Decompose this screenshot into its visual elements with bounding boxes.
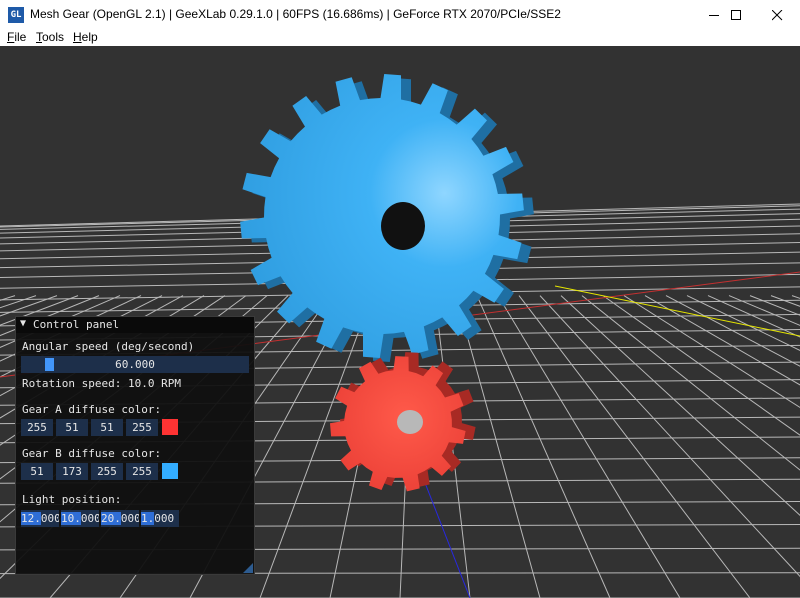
gear-b-b-field[interactable]: 255	[91, 463, 123, 480]
grid-line	[791, 295, 800, 299]
maximize-icon	[731, 10, 741, 20]
rotation-speed-text: Rotation speed: 10.0 RPM	[22, 377, 181, 390]
control-panel-title: Control panel	[33, 318, 120, 331]
gear-b-hole	[381, 202, 425, 250]
light-x-field[interactable]: 12.000	[21, 510, 59, 527]
angular-speed-label: Angular speed (deg/second)	[22, 340, 195, 353]
grid-line	[581, 295, 800, 471]
menu-tools-label: ools	[42, 30, 65, 44]
gear-a-color-swatch[interactable]	[162, 419, 178, 435]
gear-a-hole	[397, 410, 423, 434]
light-position-label: Light position:	[22, 493, 122, 506]
gear-b-face	[240, 74, 524, 358]
grid-line	[476, 295, 611, 598]
grid-line	[539, 295, 800, 578]
grid-line	[644, 295, 800, 386]
light-w-field[interactable]: 1.000	[141, 510, 179, 527]
grid-line	[497, 295, 681, 598]
gear-a-color-label: Gear A diffuse color:	[22, 403, 162, 416]
grid-line	[770, 295, 800, 307]
grid-line	[728, 295, 800, 326]
grid-line	[518, 295, 751, 598]
menu-help[interactable]: Help	[73, 30, 98, 44]
gear-a-g-field[interactable]: 51	[56, 419, 88, 436]
gear-b-g-field[interactable]: 173	[56, 463, 88, 480]
light-w-selected: 1.	[141, 512, 155, 525]
gear-b-a-field[interactable]: 255	[126, 463, 158, 480]
collapse-arrow-icon[interactable]: ▼	[20, 318, 26, 329]
menu-bar: File Tools Help	[0, 30, 800, 46]
grid-border-line	[554, 285, 800, 337]
light-z-selected: 20.	[101, 512, 121, 525]
grid-line	[686, 295, 800, 352]
light-y-selected: 10.	[61, 512, 81, 525]
render-viewport[interactable]: ▼ Control panel Angular speed (deg/secon…	[0, 46, 800, 598]
grid-line	[623, 295, 800, 409]
gear-a-r-field[interactable]: 255	[21, 419, 53, 436]
angular-speed-value: 60.000	[115, 358, 155, 371]
gear-b-color-swatch[interactable]	[162, 463, 178, 479]
light-z-field[interactable]: 20.000	[101, 510, 139, 527]
menu-file[interactable]: File	[7, 30, 26, 44]
light-y-rest: 000	[80, 512, 99, 525]
gear-b-r-field[interactable]: 51	[21, 463, 53, 480]
menu-help-label: elp	[81, 30, 98, 44]
control-panel-header[interactable]: ▼ Control panel	[16, 317, 254, 333]
light-y-field[interactable]: 10.000	[61, 510, 99, 527]
control-panel[interactable]: ▼ Control panel Angular speed (deg/secon…	[15, 316, 255, 575]
grid-line	[749, 295, 800, 316]
close-icon	[772, 10, 783, 21]
grid-line	[0, 295, 16, 301]
angular-speed-slider[interactable]: 60.000	[21, 356, 249, 373]
grid-line	[455, 295, 541, 598]
light-w-rest: 000	[154, 512, 175, 525]
light-z-rest: 000	[120, 512, 139, 525]
gear-a	[330, 352, 476, 492]
menu-help-mnemonic: H	[73, 30, 82, 44]
maximize-button[interactable]	[714, 0, 759, 30]
gear-a-a-field[interactable]: 255	[126, 419, 158, 436]
close-button[interactable]	[755, 0, 800, 30]
light-x-rest: 000	[40, 512, 59, 525]
menu-file-label: ile	[14, 30, 27, 44]
grid-line	[707, 295, 800, 338]
gear-a-b-field[interactable]: 51	[91, 419, 123, 436]
app-icon[interactable]: GL	[8, 7, 24, 23]
menu-tools[interactable]: Tools	[36, 30, 64, 44]
resize-grip-icon[interactable]	[243, 563, 253, 573]
light-x-selected: 12.	[21, 512, 41, 525]
window-title: Mesh Gear (OpenGL 2.1) | GeeXLab 0.29.1.…	[30, 7, 561, 21]
gear-b-color-label: Gear B diffuse color:	[22, 447, 162, 460]
title-bar[interactable]: GL Mesh Gear (OpenGL 2.1) | GeeXLab 0.29…	[0, 0, 800, 30]
